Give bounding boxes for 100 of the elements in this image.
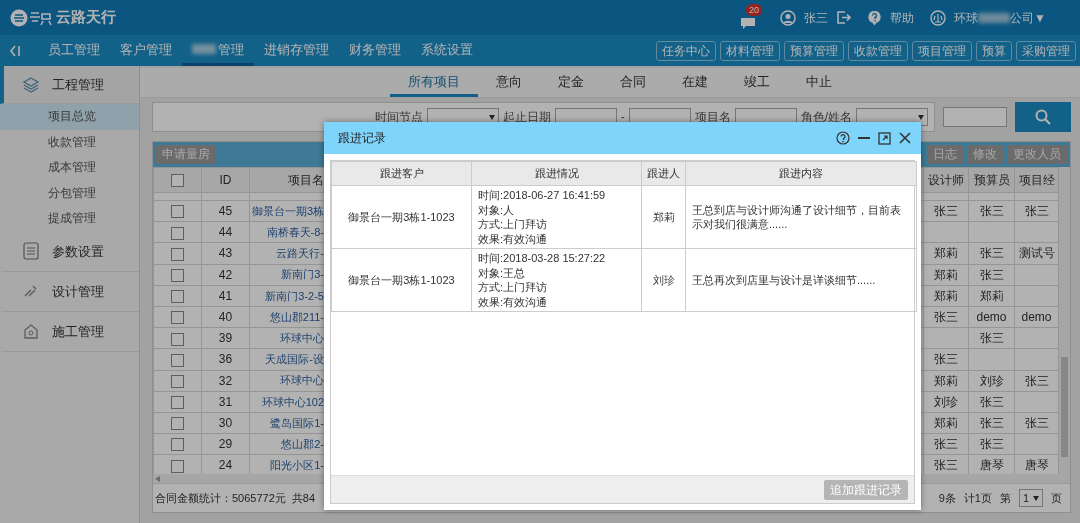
- table-cell: 张三: [968, 433, 1015, 455]
- collapse-icon[interactable]: [8, 43, 22, 58]
- column-header[interactable]: 项目经: [1014, 167, 1059, 193]
- scrollbar[interactable]: [1059, 167, 1070, 474]
- record-count: 共84: [291, 490, 316, 506]
- status-tab[interactable]: 中止: [788, 68, 850, 97]
- column-header: 跟进情况: [471, 161, 642, 186]
- table-cell: demo: [1014, 306, 1059, 328]
- table-cell: 45: [201, 200, 250, 222]
- row-checkbox[interactable]: [171, 396, 184, 410]
- sidebar-section[interactable]: 工程管理: [0, 66, 139, 104]
- row-checkbox[interactable]: [171, 374, 184, 388]
- table-cell: 30: [201, 412, 250, 434]
- row-checkbox[interactable]: [171, 247, 184, 261]
- close-icon[interactable]: [899, 132, 911, 144]
- quick-link-button[interactable]: 预算: [976, 40, 1012, 61]
- table-cell: 张三: [923, 433, 969, 455]
- row-checkbox[interactable]: [171, 438, 184, 452]
- caret-icon: [488, 115, 495, 120]
- status-tab[interactable]: 所有项目: [390, 68, 478, 97]
- table-cell: 张三: [968, 391, 1015, 413]
- sidebar-section[interactable]: 参数设置: [0, 231, 139, 272]
- company-selector[interactable]: 环球 公司▼: [954, 8, 1046, 27]
- table-cell: 41: [201, 285, 250, 307]
- table-cell: 测试号: [1014, 242, 1059, 265]
- row-checkbox[interactable]: [171, 290, 184, 304]
- table-cell: 御景台一期3栋1-1023: [331, 248, 472, 312]
- notification-badge: 20: [746, 4, 763, 16]
- company-icon: [930, 9, 947, 26]
- status-tab[interactable]: 定金: [540, 68, 602, 97]
- status-tab[interactable]: 竣工: [726, 68, 788, 97]
- row-checkbox[interactable]: [171, 353, 184, 367]
- table-cell: 王总再次到店里与设计是详谈细节......: [685, 248, 917, 312]
- help-icon[interactable]: [836, 131, 850, 145]
- sidebar-item[interactable]: 提成管理: [0, 206, 139, 232]
- row-checkbox[interactable]: [171, 311, 184, 325]
- nav-tab[interactable]: 系统设置: [411, 35, 483, 66]
- scroll-left-icon[interactable]: [155, 475, 160, 482]
- quick-link-button[interactable]: 收款管理: [848, 40, 908, 61]
- table-cell: 36: [201, 348, 250, 370]
- column-header[interactable]: 预算员: [968, 167, 1015, 193]
- nav-tab[interactable]: 员工管理: [38, 35, 110, 66]
- caret-icon: [1033, 495, 1039, 501]
- quick-link-button[interactable]: 采购管理: [1016, 40, 1076, 61]
- select-all-checkbox[interactable]: [171, 174, 184, 188]
- status-tab[interactable]: 合同: [602, 68, 664, 97]
- page-label: 第: [999, 490, 1011, 506]
- row-checkbox[interactable]: [171, 459, 184, 473]
- table-cell: 郑莉: [641, 185, 686, 249]
- input-field[interactable]: [943, 107, 1007, 127]
- column-header[interactable]: 设计师: [923, 167, 969, 193]
- table-cell: 张三: [968, 200, 1015, 222]
- maximize-icon[interactable]: [878, 131, 891, 145]
- column-header[interactable]: 项目名: [249, 167, 325, 193]
- nav-tab[interactable]: 财务管理: [339, 35, 411, 66]
- sidebar-item[interactable]: 分包管理: [0, 180, 139, 207]
- sidebar-item[interactable]: 项目总览: [0, 104, 139, 130]
- sidebar-section[interactable]: 施工管理: [0, 311, 139, 352]
- help-link[interactable]: 帮助: [890, 8, 915, 27]
- row-checkbox[interactable]: [171, 417, 184, 431]
- status-tab[interactable]: 意向: [478, 68, 540, 97]
- row-checkbox[interactable]: [171, 226, 184, 240]
- sidebar-item[interactable]: 成本管理: [0, 155, 139, 181]
- nav-tab[interactable]: 进销存管理: [254, 35, 339, 66]
- table-cell: 张三: [1014, 412, 1059, 434]
- table-cell: 刘珍: [641, 248, 686, 312]
- detail-line: 对象:王总: [478, 265, 527, 280]
- sidebar-section[interactable]: 设计管理: [0, 271, 139, 312]
- row-checkbox[interactable]: [171, 205, 184, 219]
- table-cell: 郑莉: [923, 285, 969, 307]
- total-amount: 合同金额统计：5065772元: [155, 490, 286, 506]
- table-cell: 郑莉: [923, 242, 969, 265]
- logout-icon[interactable]: [836, 10, 852, 25]
- filter-label: 项目名: [694, 109, 731, 126]
- row-checkbox[interactable]: [171, 332, 184, 346]
- user-icon: [780, 9, 797, 26]
- row-checkbox[interactable]: [171, 269, 184, 282]
- quick-link-button[interactable]: 项目管理: [912, 40, 972, 61]
- table-cell: 张三: [968, 412, 1015, 434]
- page-select[interactable]: 1: [1018, 488, 1043, 508]
- house-icon: [22, 322, 40, 341]
- status-tab[interactable]: 在建: [664, 68, 726, 97]
- caret-icon: [918, 115, 924, 120]
- quick-link-button[interactable]: 预算管理: [784, 40, 844, 61]
- detail-line: 效果:有效沟通: [478, 231, 549, 246]
- table-cell: 张三: [968, 242, 1015, 265]
- redacted-text: [978, 13, 1011, 24]
- column-header[interactable]: ID: [201, 167, 250, 193]
- user-name[interactable]: 张三: [804, 8, 829, 27]
- quick-link-button[interactable]: 材料管理: [720, 40, 780, 61]
- table-cell: 张三: [1014, 200, 1059, 222]
- table-cell: 御景台一期3栋1-1023: [331, 185, 472, 249]
- detail-line: 时间:2018-03-28 15:27:22: [478, 251, 607, 266]
- table-cell: 31: [201, 391, 250, 413]
- notification-button[interactable]: 20: [740, 4, 765, 31]
- table-cell: 刘珍: [923, 391, 969, 413]
- table-cell: 42: [201, 264, 250, 286]
- search-button[interactable]: [1015, 102, 1071, 132]
- nav-tab[interactable]: 客户管理: [110, 35, 182, 66]
- quick-link-button[interactable]: 任务中心: [656, 40, 716, 61]
